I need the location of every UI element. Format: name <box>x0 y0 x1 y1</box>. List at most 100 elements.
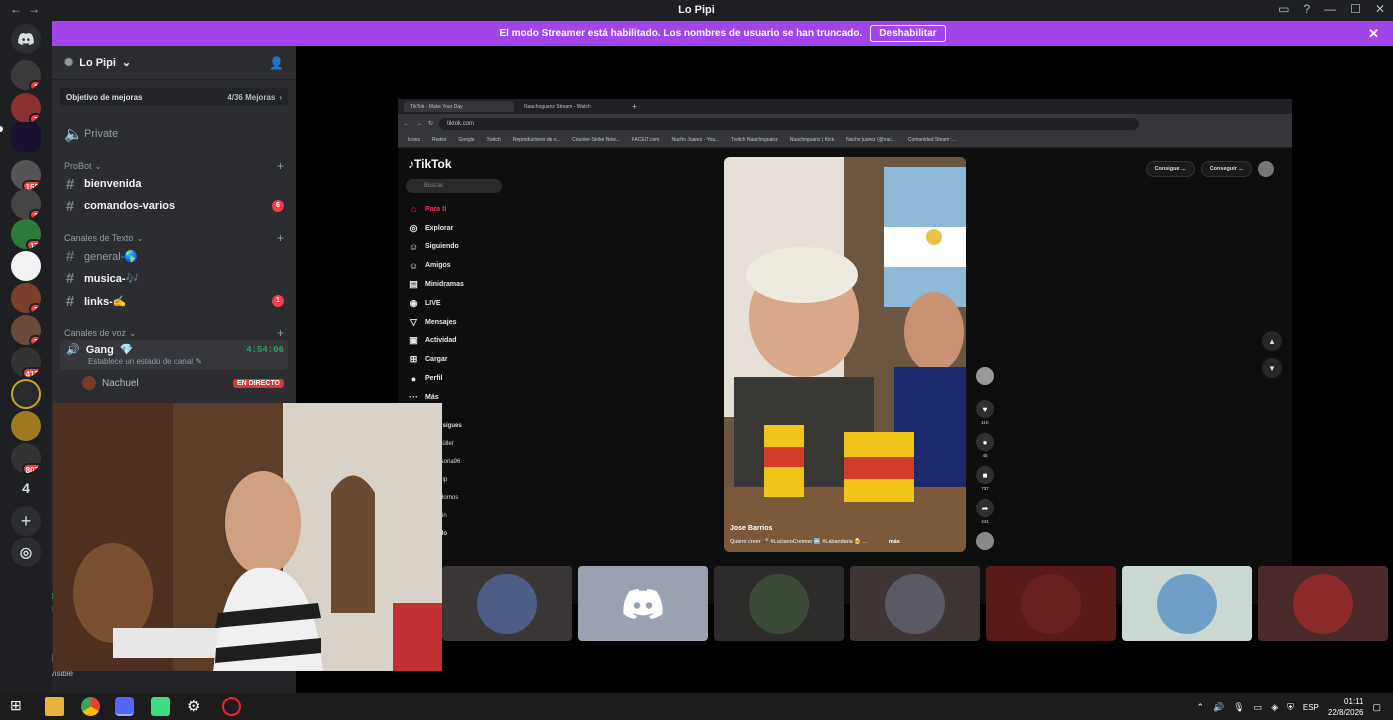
clock[interactable]: 01:11 22/8/2026 <box>1328 696 1364 718</box>
save-button[interactable]: ■ 737 <box>974 466 996 499</box>
network-icon[interactable]: ▭ <box>1254 702 1263 713</box>
bookmark[interactable]: FACEIT.com <box>632 137 660 143</box>
creator-avatar[interactable] <box>974 367 996 400</box>
category-voice[interactable]: Canales de voz ⌄ + <box>64 326 284 340</box>
participant-tile[interactable] <box>714 566 844 641</box>
discord-icon[interactable] <box>115 697 134 716</box>
nav-for-you[interactable]: ⌂ Para ti <box>408 200 464 219</box>
bookmark[interactable]: Nacho Juarez - You... <box>671 137 719 143</box>
maximize-button[interactable]: ☐ <box>1350 2 1361 16</box>
server-header[interactable]: ✺ Lo Pipi ⌄ 👤 <box>52 46 296 80</box>
new-tab-icon[interactable]: + <box>632 102 637 111</box>
server-icon[interactable]: 3 <box>11 315 41 345</box>
tiktok-video[interactable]: Jose Barrios Quiero creer 🎤 #LucianoCrei… <box>724 157 966 552</box>
bookmark[interactable]: Nacho juarez (@nac... <box>846 137 896 143</box>
channel-general[interactable]: # general-🌎 <box>60 246 288 266</box>
add-channel-icon[interactable]: + <box>277 231 284 245</box>
notifications-icon[interactable]: ▢ <box>1372 702 1381 713</box>
bookmark[interactable]: Reproductores de v... <box>513 137 560 143</box>
bookmark[interactable]: Redes <box>432 137 446 143</box>
server-icon[interactable]: 7 <box>11 93 41 123</box>
volume-icon[interactable]: 🔊 <box>1213 702 1224 713</box>
boost-goal[interactable]: Objetivo de mejoras 4/36 Mejoras › <box>60 88 288 106</box>
bookmark[interactable]: Naachoguanz | Kick <box>790 137 834 143</box>
channel-musica[interactable]: # musica-🎶 <box>60 268 288 288</box>
avatar[interactable] <box>1258 161 1274 177</box>
server-icon[interactable]: 1 <box>11 60 41 90</box>
participant-tile[interactable] <box>442 566 572 641</box>
obs-icon[interactable] <box>222 697 241 716</box>
channel-private[interactable]: 🔈 Private <box>60 124 288 144</box>
bookmark[interactable]: Icons <box>408 137 420 143</box>
video-author[interactable]: Jose Barrios <box>730 525 772 532</box>
chrome-icon[interactable] <box>81 697 100 716</box>
gear-icon[interactable]: ⚙ <box>187 697 206 716</box>
mic-icon[interactable]: 🎙 <box>1233 702 1244 713</box>
reload-icon[interactable]: ↻ <box>428 120 433 127</box>
file-explorer-icon[interactable] <box>45 697 64 716</box>
server-icon[interactable] <box>11 122 41 152</box>
add-channel-icon[interactable]: + <box>277 326 284 340</box>
close-button[interactable]: ✕ <box>1375 2 1385 16</box>
language-indicator[interactable]: ESP <box>1303 703 1319 712</box>
voice-channel-gang[interactable]: 🔊 Gang 💎 4:54:06 Establece un estado de … <box>60 340 288 370</box>
server-icon[interactable]: 3 <box>11 189 41 219</box>
windows-start-icon[interactable]: ⊞ <box>10 697 29 716</box>
address-bar[interactable]: tiktok.com <box>439 117 1140 130</box>
server-icon[interactable]: 413 <box>11 347 41 377</box>
server-icon[interactable]: 3 <box>11 283 41 313</box>
add-server-icon[interactable]: + <box>11 506 41 536</box>
nav-live[interactable]: ◉ LIVE <box>408 294 464 313</box>
like-button[interactable]: ♥ 11K <box>974 400 996 433</box>
chevron-down-icon[interactable]: ▼ <box>1262 358 1282 378</box>
channel-comandos-varios[interactable]: # comandos-varios 6 <box>60 196 288 216</box>
tiktok-search[interactable]: Buscar <box>406 179 502 193</box>
nav-upload[interactable]: ⊞ Cargar <box>408 350 464 369</box>
participant-tile[interactable] <box>578 566 708 641</box>
get-coins-button[interactable]: Consigue ... <box>1145 161 1195 177</box>
bookmark[interactable]: Google <box>458 137 474 143</box>
discord-home-icon[interactable] <box>11 24 41 54</box>
sound-disc[interactable] <box>974 532 996 565</box>
nav-profile[interactable]: ● Perfil <box>408 369 464 388</box>
screen-share[interactable]: TikTok - Make Your Day Naachoguanz Strea… <box>398 99 1292 604</box>
comment-button[interactable]: ● 45 <box>974 433 996 466</box>
server-icon[interactable] <box>11 379 41 409</box>
bookmark[interactable]: Comunidad Steam :... <box>908 137 956 143</box>
server-folder[interactable]: 4 <box>11 473 41 503</box>
android-icon[interactable] <box>151 697 170 716</box>
nav-following[interactable]: ☺ Siguiendo <box>408 238 464 257</box>
disable-streamer-button[interactable]: Deshabilitar <box>870 25 946 42</box>
browser-tab[interactable]: TikTok - Make Your Day <box>404 101 514 112</box>
tiktok-logo[interactable]: ♪TikTok <box>408 157 452 171</box>
shield-icon[interactable]: ◈ <box>1271 702 1278 713</box>
server-icon[interactable] <box>11 251 41 281</box>
close-icon[interactable]: ✕ <box>1368 26 1379 42</box>
channel-bienvenida[interactable]: # bienvenida <box>60 174 288 194</box>
add-channel-icon[interactable]: + <box>277 159 284 173</box>
minimize-button[interactable]: — <box>1324 2 1336 16</box>
bookmark[interactable]: Counter-Strike New... <box>572 137 620 143</box>
category-text[interactable]: Canales de Texto ⌄ + <box>64 231 284 245</box>
discover-icon[interactable]: ◎ <box>11 537 41 567</box>
nav-activity[interactable]: ▣ Actividad <box>408 332 464 351</box>
server-icon[interactable]: 152 <box>11 160 41 190</box>
participant-tile[interactable] <box>1122 566 1252 641</box>
get-app-button[interactable]: Conseguir ... <box>1200 161 1252 177</box>
nav-friends[interactable]: ☺ Amigos <box>408 256 464 275</box>
forward-icon[interactable]: → <box>416 121 422 127</box>
participant-tile[interactable] <box>850 566 980 641</box>
more-link[interactable]: más <box>889 539 900 545</box>
category-probot[interactable]: ProBot ⌄ + <box>64 159 284 173</box>
share-button[interactable]: ➦ 441 <box>974 499 996 532</box>
voice-member[interactable]: Nachuel EN DIRECTO <box>82 375 284 391</box>
security-icon[interactable]: ⛨ <box>1287 702 1294 713</box>
bookmark[interactable]: Twitch Naachoguanz <box>731 137 777 143</box>
server-icon[interactable]: 17 <box>11 219 41 249</box>
chevron-up-icon[interactable]: ⌃ <box>1196 702 1204 713</box>
bookmark[interactable]: Twitch <box>487 137 501 143</box>
inbox-icon[interactable]: ▭ <box>1278 2 1289 16</box>
back-icon[interactable]: ← <box>404 121 410 127</box>
nav-messages[interactable]: ▽ Mensajes <box>408 313 464 332</box>
participant-tile[interactable] <box>1258 566 1388 641</box>
